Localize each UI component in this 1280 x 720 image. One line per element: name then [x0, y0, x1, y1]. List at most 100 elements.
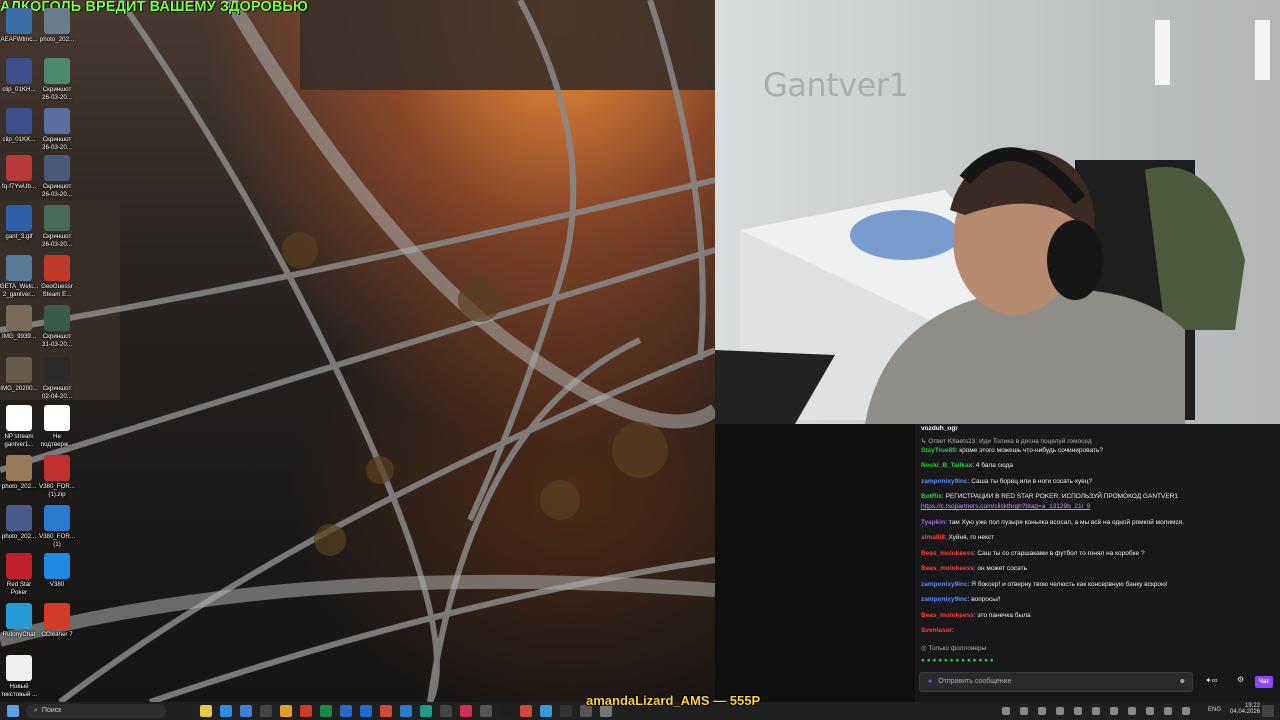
desktop-icon[interactable]: Скриншот 31-03-20...	[35, 305, 79, 348]
chat-text: :	[952, 627, 954, 634]
file-icon	[6, 405, 32, 431]
chat-message: Beas_molokeess: это панечка была	[921, 611, 1276, 620]
emote-icon[interactable]: ● ● ● ● ● ● ● ● ● ● ● ● ●	[921, 657, 994, 664]
chat-send-button[interactable]: Чат	[1255, 676, 1273, 688]
file-icon	[44, 205, 70, 231]
chat-username[interactable]: BotRix	[921, 493, 942, 500]
taskbar-app-icon[interactable]	[560, 705, 572, 717]
desktop-icon[interactable]: Скриншот 26-03-20...	[35, 205, 79, 248]
clock[interactable]: 19:22 04.04.2026	[1230, 703, 1260, 715]
chat-message: zamponixy9inc: Саша ты борец или в ноги …	[921, 477, 1276, 486]
chat-username[interactable]: zamponixy9inc	[921, 478, 968, 485]
taskbar-app-icon[interactable]	[360, 705, 372, 717]
file-icon	[44, 58, 70, 84]
chat-message: Tyapkin: там Хую уже пол пузыря коньяка …	[921, 518, 1276, 527]
taskbar-app-icon[interactable]	[500, 705, 512, 717]
chat-input[interactable]: ● Отправить сообщение ☻	[919, 672, 1193, 692]
taskbar-app-icon[interactable]	[260, 705, 272, 717]
desktop-icon[interactable]: CCleaner 7	[35, 603, 79, 639]
taskbar-app-icon[interactable]	[320, 705, 332, 717]
taskbar-app-icon[interactable]	[460, 705, 472, 717]
tray-icon[interactable]	[1092, 707, 1100, 715]
chat-text: : Я боксер! и отверну твою челюсть как к…	[967, 581, 1168, 588]
chat-username[interactable]: Noski_B_Tallkax	[921, 462, 972, 469]
desktop-icon[interactable]: Скриншот 26-03-20...	[35, 108, 79, 151]
taskbar-app-icon[interactable]	[420, 705, 432, 717]
taskbar-app-icon[interactable]	[200, 705, 212, 717]
file-icon	[44, 155, 70, 181]
desktop-icon[interactable]: Скриншот 26-03-20...	[35, 58, 79, 101]
taskbar-app-icon[interactable]	[400, 705, 412, 717]
desktop-icon[interactable]: V380_FOR... (1)	[35, 505, 79, 548]
taskbar-app-icon[interactable]	[440, 705, 452, 717]
desktop-icon[interactable]: V380_FOR... (1).zip	[35, 455, 79, 498]
chat-text: : Саша ты борец или в ноги сосать хуец?	[967, 478, 1093, 485]
chat-text: : это панечка была	[973, 612, 1031, 619]
tray-icon[interactable]	[1074, 707, 1082, 715]
chat-text: : вопросы/!	[967, 596, 1001, 603]
tray-icon[interactable]	[1164, 707, 1172, 715]
file-icon	[6, 505, 32, 531]
file-icon	[6, 205, 32, 231]
tray-icon[interactable]	[1056, 707, 1064, 715]
desktop-icon-label: CCleaner 7	[41, 631, 73, 638]
taskbar-app-icon[interactable]	[300, 705, 312, 717]
chat-username[interactable]: vozduh_ogr	[921, 425, 958, 432]
desktop-icon[interactable]: Новый текстовый ...	[0, 655, 41, 698]
chat-username[interactable]: Beas_molokeess	[921, 550, 974, 557]
desktop-icon[interactable]: Скриншот 02-04-20...	[35, 357, 79, 400]
chat-username[interactable]: Svenlasor	[921, 627, 952, 634]
taskbar-app-icon[interactable]	[240, 705, 252, 717]
taskbar-app-icon[interactable]	[220, 705, 232, 717]
chat-text: : Саш ты со старшаками в футбол то гонял…	[973, 550, 1145, 557]
chat-username[interactable]: Tyapkin	[921, 519, 945, 526]
tray-icon[interactable]	[1182, 707, 1190, 715]
chat-username[interactable]: Beas_molokeess	[921, 612, 974, 619]
stream-chat: ↳ Ответ K8aets23: Иди Толика в десна поц…	[915, 424, 1280, 702]
file-icon	[44, 505, 70, 531]
taskbar-app-icon[interactable]	[480, 705, 492, 717]
desktop-icon[interactable]: Скриншот 26-03-20...	[35, 155, 79, 198]
tray-icon[interactable]	[1110, 707, 1118, 715]
taskbar-app-icon[interactable]	[540, 705, 552, 717]
file-icon	[6, 357, 32, 383]
file-icon	[44, 405, 70, 431]
taskbar-app-icon[interactable]	[340, 705, 352, 717]
chat-username[interactable]: slmalll8	[921, 534, 945, 541]
file-icon	[44, 357, 70, 383]
chat-username[interactable]: zamponixy9inc	[921, 596, 968, 603]
language-indicator[interactable]: ENG	[1208, 707, 1221, 713]
chat-username[interactable]: Beas_molokeess	[921, 565, 974, 572]
file-icon	[44, 108, 70, 134]
alert-banner: amandaLizard_AMS — 555P	[586, 693, 761, 708]
desktop-icon[interactable]: Не подтверж...	[35, 405, 79, 448]
chat-link[interactable]: https://c.rsopartners.com/clickthrgh?bta…	[921, 503, 1090, 510]
microphone-icon[interactable]: ●	[928, 678, 932, 685]
chat-username[interactable]: zamponixy9inc	[921, 581, 968, 588]
tray-icon[interactable]	[1128, 707, 1136, 715]
chat-message: Beas_molokeess: он может сосать	[921, 564, 1276, 573]
windows-start-icon[interactable]	[7, 705, 19, 717]
gear-icon[interactable]: ⚙	[1237, 675, 1244, 684]
taskbar-app-icon[interactable]	[380, 705, 392, 717]
tray-icon[interactable]	[1020, 707, 1028, 715]
taskbar-search[interactable]: ⌕ Поиск	[26, 704, 166, 718]
taskbar-app-icon[interactable]	[280, 705, 292, 717]
file-icon	[44, 553, 70, 579]
chat-username[interactable]: StayTrue89	[921, 447, 956, 454]
file-icon	[6, 455, 32, 481]
chat-message: zamponixy9inc: вопросы/!	[921, 595, 1276, 604]
emote-bar[interactable]: ● ● ● ● ● ● ● ● ● ● ● ● ●	[921, 656, 1276, 665]
wall-logo: Gantver1	[763, 66, 909, 104]
tray-icon[interactable]	[1038, 707, 1046, 715]
chat-text: : там Хую уже пол пузыря коньяка всосал,…	[945, 519, 1185, 526]
desktop-icon[interactable]: photo_202...	[35, 8, 79, 44]
tray-icon[interactable]	[1146, 707, 1154, 715]
notification-icon[interactable]	[1262, 705, 1274, 717]
tray-icon[interactable]	[1002, 707, 1010, 715]
desktop-icon[interactable]: GeoGuessr Steam E...	[35, 255, 79, 298]
points-icon[interactable]: ✦∞	[1205, 676, 1217, 685]
taskbar-app-icon[interactable]	[520, 705, 532, 717]
desktop-icon[interactable]: V380	[35, 553, 79, 589]
emoji-icon[interactable]: ☻	[1179, 673, 1186, 691]
